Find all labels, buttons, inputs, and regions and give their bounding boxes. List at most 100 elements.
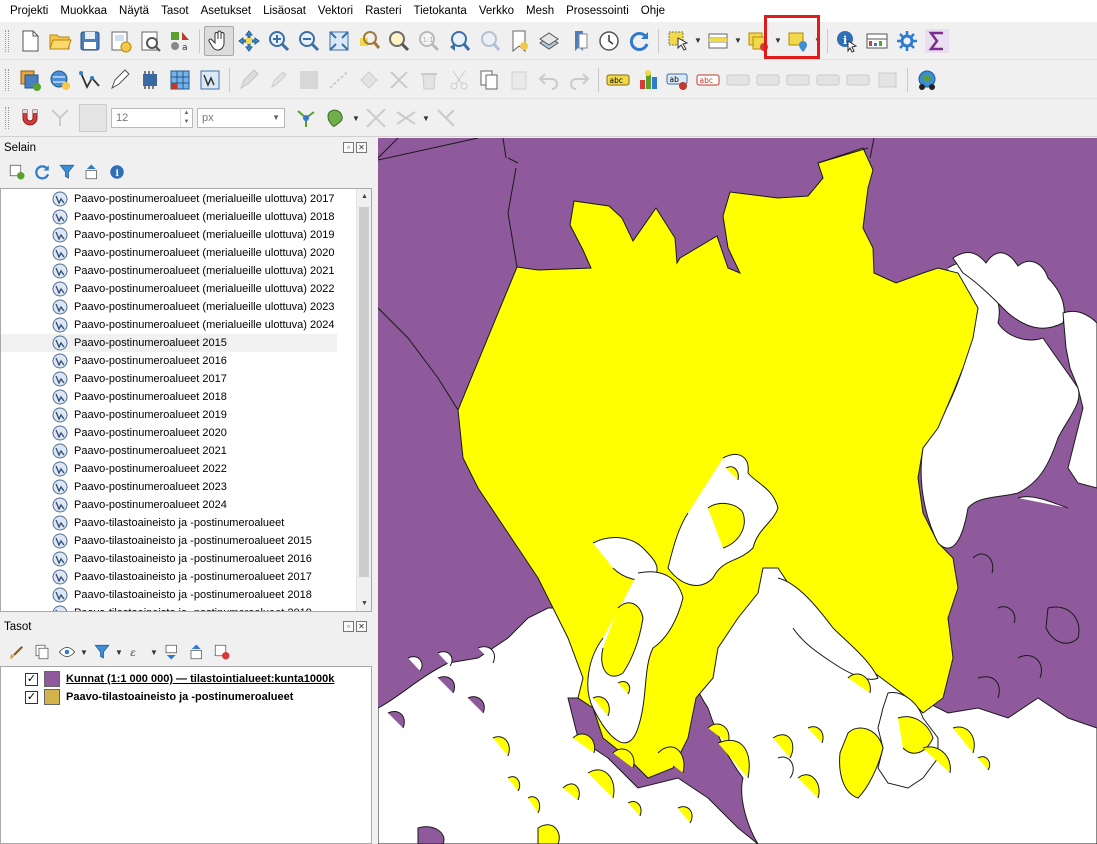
float-panel-button[interactable]: ▫ bbox=[343, 621, 354, 632]
menu-lisäosat[interactable]: Lisäosat bbox=[257, 0, 312, 22]
label-tool-6-button[interactable] bbox=[873, 65, 903, 95]
snapping-tolerance-spinbox[interactable]: 12 ▲ ▼ bbox=[111, 108, 193, 128]
topological-editing-button[interactable] bbox=[291, 103, 321, 133]
menu-näytä[interactable]: Näytä bbox=[113, 0, 155, 22]
pan-map-button[interactable] bbox=[204, 25, 234, 56]
save-edits-button[interactable] bbox=[294, 65, 324, 95]
layer-row-paavo[interactable]: ✓ Paavo-tilastoaineisto ja -postinumeroa… bbox=[1, 688, 293, 706]
new-bookmark-button[interactable] bbox=[504, 26, 534, 56]
zoom-next-button[interactable] bbox=[474, 26, 504, 56]
expression-dropdown[interactable]: ▼ bbox=[149, 637, 159, 667]
raster-grid-button[interactable] bbox=[165, 65, 195, 95]
menu-ohje[interactable]: Ohje bbox=[635, 0, 671, 22]
modify-attributes-button[interactable] bbox=[384, 65, 414, 95]
zoom-native-button[interactable]: 1:1 bbox=[414, 26, 444, 56]
show-hide-labels-button[interactable]: abc bbox=[693, 65, 723, 95]
menu-vektori[interactable]: Vektori bbox=[312, 0, 359, 22]
browser-item[interactable]: Paavo-postinumeroalueet 2023 bbox=[1, 478, 337, 496]
menu-asetukset[interactable]: Asetukset bbox=[195, 0, 258, 22]
temporal-controller-button[interactable] bbox=[594, 26, 624, 56]
filter-legend-button[interactable] bbox=[89, 640, 114, 664]
copy-features-button[interactable] bbox=[474, 65, 504, 95]
toolbar-grip[interactable] bbox=[5, 29, 9, 52]
statistics-button[interactable] bbox=[922, 26, 952, 56]
data-source-manager-button[interactable] bbox=[15, 65, 45, 95]
layer-visibility-checkbox[interactable]: ✓ bbox=[25, 672, 38, 686]
enable-tracing-button[interactable] bbox=[361, 103, 391, 133]
add-group-button[interactable] bbox=[29, 640, 54, 664]
refresh-button[interactable] bbox=[624, 26, 654, 56]
browser-item[interactable]: Paavo-postinumeroalueet (merialueille ul… bbox=[1, 244, 337, 262]
pan-to-selection-button[interactable] bbox=[234, 26, 264, 56]
properties-button[interactable]: i bbox=[104, 160, 129, 184]
browser-item[interactable]: Paavo-tilastoaineisto ja -postinumeroalu… bbox=[1, 532, 337, 550]
collapse-all-button[interactable] bbox=[79, 160, 104, 184]
snapping-intersection-button[interactable] bbox=[321, 103, 351, 133]
snapping-type-box[interactable] bbox=[79, 104, 107, 132]
browser-item[interactable]: Paavo-postinumeroalueet 2018 bbox=[1, 388, 337, 406]
style-manager-button[interactable]: a bbox=[165, 26, 195, 56]
save-project-button[interactable] bbox=[75, 26, 105, 56]
snapping-intersection-dropdown[interactable]: ▼ bbox=[351, 103, 361, 133]
rotate-label-button[interactable] bbox=[753, 65, 783, 95]
layer-diagram-button[interactable] bbox=[633, 65, 663, 95]
spin-arrows[interactable]: ▲ ▼ bbox=[180, 109, 192, 127]
layer-labeling-button[interactable]: abc bbox=[603, 65, 633, 95]
change-label-button[interactable] bbox=[783, 65, 813, 95]
menu-mesh[interactable]: Mesh bbox=[520, 0, 560, 22]
browser-item[interactable]: Paavo-postinumeroalueet (merialueille ul… bbox=[1, 280, 337, 298]
browser-item[interactable]: Paavo-tilastoaineisto ja -postinumeroalu… bbox=[1, 550, 337, 568]
browser-item[interactable]: Paavo-postinumeroalueet 2015 bbox=[1, 334, 337, 352]
browser-item[interactable]: Paavo-postinumeroalueet 2021 bbox=[1, 442, 337, 460]
layers-tree[interactable]: ✓ Kunnat (1:1 000 000) — tilastointialue… bbox=[0, 666, 372, 844]
style-layer-button[interactable] bbox=[4, 640, 29, 664]
select-features-dropdown[interactable]: ▼ bbox=[693, 26, 703, 56]
zoom-last-button[interactable] bbox=[444, 26, 474, 56]
self-snapping-button[interactable] bbox=[391, 103, 421, 133]
settings-button[interactable] bbox=[892, 26, 922, 56]
menu-tasot[interactable]: Tasot bbox=[155, 0, 195, 22]
menu-projekti[interactable]: Projekti bbox=[4, 0, 54, 22]
browser-item[interactable]: Paavo-postinumeroalueet (merialueille ul… bbox=[1, 190, 337, 208]
measure-button[interactable] bbox=[862, 26, 892, 56]
digitize-pen-button[interactable] bbox=[105, 65, 135, 95]
browser-item[interactable]: Paavo-postinumeroalueet 2020 bbox=[1, 424, 337, 442]
scroll-down-icon[interactable]: ▼ bbox=[357, 596, 371, 611]
attribute-table-dropdown[interactable]: ▼ bbox=[733, 26, 743, 56]
browser-item[interactable]: Paavo-postinumeroalueet (merialueille ul… bbox=[1, 226, 337, 244]
scroll-up-icon[interactable]: ▲ bbox=[357, 189, 371, 204]
filter-by-expression-button[interactable]: ε bbox=[124, 640, 149, 664]
pin-labels-button[interactable]: ab bbox=[663, 65, 693, 95]
menu-rasteri[interactable]: Rasteri bbox=[359, 0, 407, 22]
browser-tree[interactable]: Paavo-postinumeroalueet (merialueille ul… bbox=[0, 188, 372, 612]
paste-features-button[interactable] bbox=[504, 65, 534, 95]
map-canvas[interactable] bbox=[378, 138, 1097, 844]
float-panel-button[interactable]: ▫ bbox=[343, 142, 354, 153]
toolbar-grip[interactable] bbox=[5, 68, 9, 91]
zoom-to-layer-button[interactable] bbox=[384, 26, 414, 56]
new-print-layout-button[interactable] bbox=[105, 26, 135, 56]
zoom-in-button[interactable] bbox=[264, 26, 294, 56]
browser-item[interactable]: Paavo-tilastoaineisto ja -postinumeroalu… bbox=[1, 586, 337, 604]
vertex-tool-button[interactable] bbox=[354, 65, 384, 95]
current-edits-button[interactable] bbox=[234, 65, 264, 95]
self-snapping-dropdown[interactable]: ▼ bbox=[421, 103, 431, 133]
snapping-toggle-button[interactable] bbox=[15, 103, 45, 133]
toggle-editing-button[interactable] bbox=[264, 65, 294, 95]
browser-item[interactable]: Paavo-postinumeroalueet 2024 bbox=[1, 496, 337, 514]
label-tool-4-button[interactable] bbox=[813, 65, 843, 95]
scrollbar-thumb[interactable] bbox=[359, 207, 369, 577]
add-feature-button[interactable] bbox=[324, 65, 354, 95]
menu-prosessointi[interactable]: Prosessointi bbox=[560, 0, 635, 22]
browser-item[interactable]: Paavo-postinumeroalueet (merialueille ul… bbox=[1, 208, 337, 226]
browser-item[interactable]: Paavo-postinumeroalueet 2022 bbox=[1, 460, 337, 478]
browser-item[interactable]: Paavo-tilastoaineisto ja -postinumeroalu… bbox=[1, 514, 337, 532]
open-project-button[interactable] bbox=[45, 26, 75, 56]
new-map-view-button[interactable] bbox=[564, 26, 594, 56]
close-panel-button[interactable]: ✕ bbox=[356, 621, 367, 632]
menu-verkko[interactable]: Verkko bbox=[473, 0, 520, 22]
new-project-button[interactable] bbox=[15, 26, 45, 56]
open-attribute-table-button[interactable] bbox=[703, 26, 733, 56]
zoom-to-selection-button[interactable] bbox=[354, 26, 384, 56]
undo-button[interactable] bbox=[534, 65, 564, 95]
